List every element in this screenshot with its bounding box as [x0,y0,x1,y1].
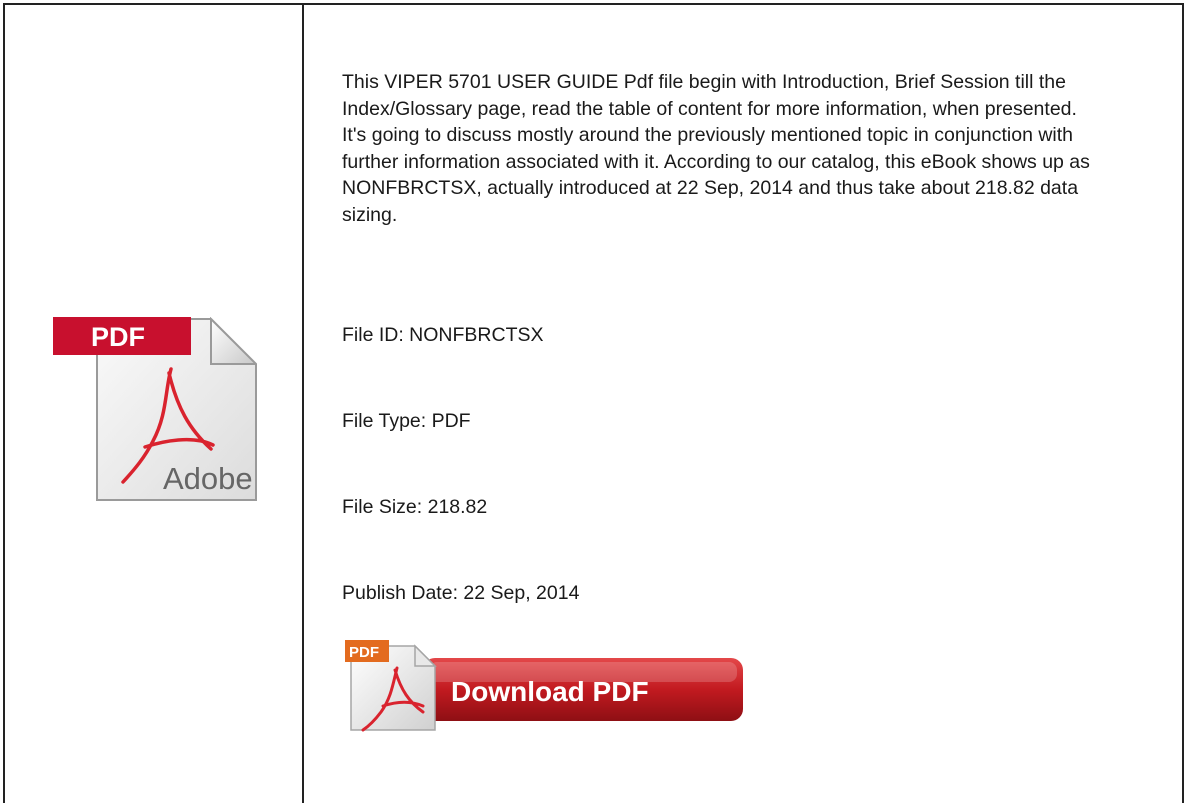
document-description: This VIPER 5701 USER GUIDE Pdf file begi… [342,71,1090,226]
file-type: File Type: PDF [342,410,471,432]
document-details: This VIPER 5701 USER GUIDE Pdf file begi… [342,69,1142,604]
adobe-brand-text: Adobe [163,461,253,496]
pdf-tag-text: PDF [91,322,145,352]
download-tag-text: PDF [349,644,379,661]
publish-date: Publish Date: 22 Sep, 2014 [342,582,580,604]
download-button-label: Download PDF [451,676,649,707]
file-id: File ID: NONFBRCTSX [342,324,544,346]
column-divider [302,3,304,803]
download-pdf-button[interactable]: PDF Download PDF [345,640,745,735]
pdf-file-icon: PDF Adobe [53,316,259,502]
file-size: File Size: 218.82 [342,496,488,518]
